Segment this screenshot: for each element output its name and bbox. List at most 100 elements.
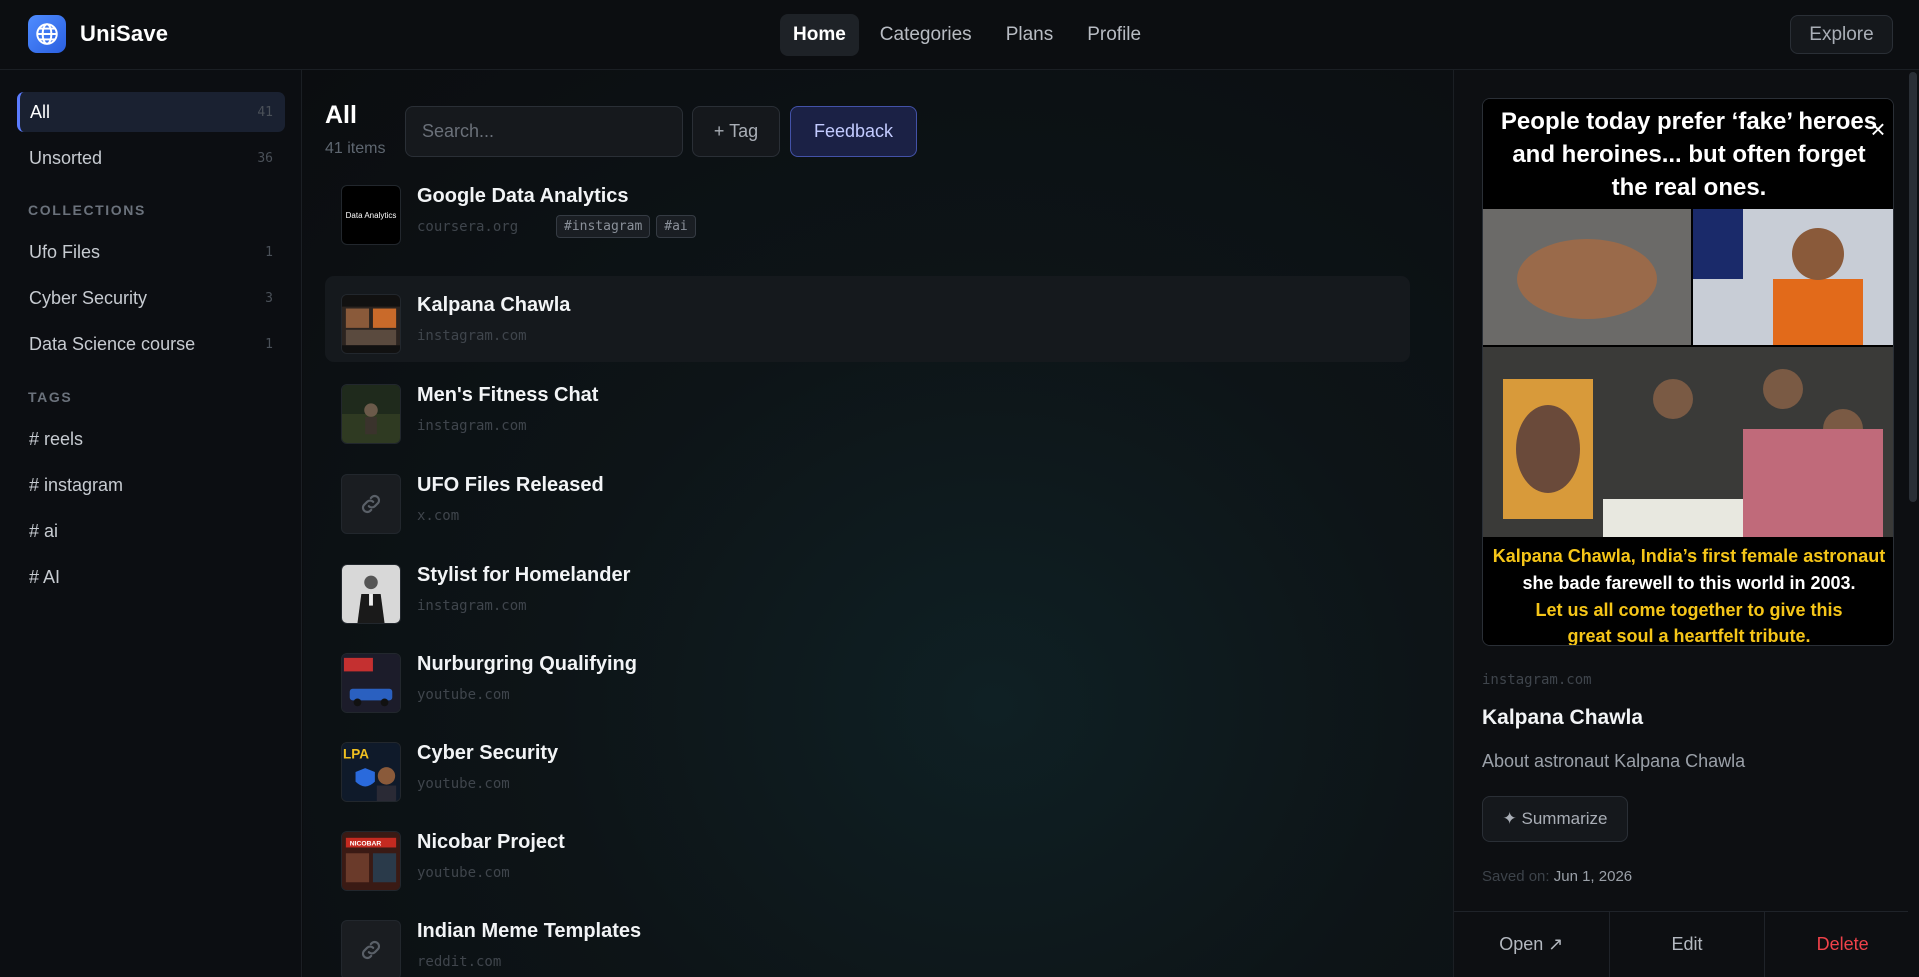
- sidebar: All 41 Unsorted 36 COLLECTIONS Ufo Files…: [0, 70, 302, 977]
- list-item[interactable]: UFO Files Released x.com: [325, 456, 1410, 542]
- list-item[interactable]: Nurburgring Qualifying youtube.com: [325, 635, 1410, 721]
- list-item[interactable]: Stylist for Homelander instagram.com: [325, 546, 1410, 632]
- collections-heading: COLLECTIONS: [28, 202, 146, 218]
- item-thumbnail: [341, 384, 401, 444]
- item-domain: instagram.com: [417, 328, 527, 344]
- nav-home[interactable]: Home: [780, 14, 859, 56]
- sidebar-collection-data-science[interactable]: Data Science course 1: [17, 324, 285, 364]
- item-thumbnail: LPA: [341, 742, 401, 802]
- sidebar-item-label: All: [30, 101, 51, 122]
- globe-icon: [28, 15, 66, 53]
- item-title: UFO Files Released: [417, 474, 604, 496]
- explore-button[interactable]: Explore: [1790, 15, 1893, 54]
- delete-button[interactable]: Delete: [1765, 912, 1919, 977]
- page-title: All: [325, 101, 357, 129]
- preview-headline-1: People today prefer ‘fake’ heroes: [1501, 108, 1877, 135]
- item-domain: instagram.com: [417, 598, 527, 614]
- sidebar-item-count: 36: [257, 150, 273, 166]
- tags-heading: TAGS: [28, 389, 73, 405]
- preview-caption-1: Kalpana Chawla, India’s first female ast…: [1493, 546, 1885, 566]
- sidebar-item-count: 3: [265, 290, 273, 306]
- preview-headline-2: and heroines... but often forget: [1512, 141, 1865, 168]
- sidebar-item-count: 41: [257, 104, 273, 120]
- sidebar-item-label: Ufo Files: [29, 241, 101, 262]
- detail-actions: Open ↗ Edit Delete: [1454, 911, 1919, 977]
- item-title: Men's Fitness Chat: [417, 384, 599, 406]
- link-icon: [341, 474, 401, 534]
- sidebar-item-label: # AI: [29, 566, 61, 587]
- item-title: Nurburgring Qualifying: [417, 653, 637, 675]
- detail-description: About astronaut Kalpana Chawla: [1482, 751, 1746, 771]
- list-item[interactable]: Kalpana Chawla instagram.com: [325, 276, 1410, 362]
- preview-image: People today prefer ‘fake’ heroes and he…: [1482, 98, 1894, 646]
- scrollbar-thumb[interactable]: [1909, 72, 1917, 502]
- open-button[interactable]: Open ↗: [1454, 912, 1610, 977]
- detail-title: Kalpana Chawla: [1482, 706, 1644, 729]
- item-domain: youtube.com: [417, 776, 510, 792]
- sidebar-item-label: # instagram: [29, 474, 124, 495]
- item-title: Stylist for Homelander: [417, 564, 631, 586]
- item-title: Kalpana Chawla: [417, 294, 571, 316]
- sidebar-tag-ai-upper[interactable]: # AI: [17, 557, 285, 597]
- sidebar-collection-ufo-files[interactable]: Ufo Files 1: [17, 232, 285, 272]
- nav-plans[interactable]: Plans: [993, 14, 1067, 56]
- thumbnail-text: NICOBAR: [350, 841, 382, 848]
- item-title: Google Data Analytics: [417, 185, 629, 207]
- item-title: Indian Meme Templates: [417, 920, 642, 942]
- list-item[interactable]: Indian Meme Templates reddit.com: [325, 902, 1410, 977]
- tag-chip[interactable]: #ai: [656, 215, 696, 238]
- item-thumbnail: [341, 564, 401, 624]
- sidebar-tag-instagram[interactable]: # instagram: [17, 465, 285, 505]
- item-domain: instagram.com: [417, 418, 527, 434]
- sidebar-tag-reels[interactable]: # reels: [17, 419, 285, 459]
- sidebar-item-label: Cyber Security: [29, 287, 148, 308]
- detail-panel: People today prefer ‘fake’ heroes and he…: [1453, 70, 1919, 977]
- item-thumbnail: [341, 653, 401, 713]
- sidebar-item-all[interactable]: All 41: [17, 92, 285, 132]
- item-title: Cyber Security: [417, 742, 559, 764]
- sidebar-item-label: Unsorted: [29, 147, 103, 168]
- tag-chip[interactable]: #instagram: [556, 215, 651, 238]
- preview-caption-2: she bade farewell to this world in 2003.: [1522, 573, 1855, 593]
- item-domain: youtube.com: [417, 865, 510, 881]
- thumbnail-text: Data Analytics: [345, 210, 397, 220]
- list-item[interactable]: Men's Fitness Chat instagram.com: [325, 366, 1410, 452]
- detail-domain: instagram.com: [1482, 672, 1592, 688]
- top-bar: UniSave Home Categories Plans Profile Ex…: [0, 0, 1919, 70]
- item-domain: reddit.com: [417, 954, 502, 970]
- sidebar-tag-ai[interactable]: # ai: [17, 511, 285, 551]
- sidebar-item-unsorted[interactable]: Unsorted 36: [17, 138, 285, 178]
- sidebar-item-label: # reels: [29, 428, 84, 449]
- summarize-button[interactable]: ✦ Summarize: [1482, 796, 1628, 842]
- search-input[interactable]: [405, 106, 683, 157]
- preview-headline-3: the real ones.: [1612, 174, 1767, 201]
- add-tag-button[interactable]: + Tag: [692, 106, 780, 157]
- link-icon: [341, 920, 401, 977]
- list-item[interactable]: Data Analytics Google Data Analytics cou…: [325, 167, 1410, 253]
- nav-categories[interactable]: Categories: [867, 14, 985, 56]
- item-title: Nicobar Project: [417, 831, 565, 853]
- saved-value: Jun 1, 2026: [1553, 868, 1633, 885]
- app-name: UniSave: [80, 21, 169, 46]
- main-content: All 41 items + Tag Feedback Data Analyti…: [303, 70, 1453, 977]
- feedback-button[interactable]: Feedback: [790, 106, 917, 157]
- saved-label: Saved on:: [1482, 868, 1550, 885]
- sidebar-collection-cyber-security[interactable]: Cyber Security 3: [17, 278, 285, 318]
- nav-profile[interactable]: Profile: [1074, 14, 1154, 56]
- item-thumbnail: Data Analytics: [341, 185, 401, 245]
- sidebar-item-label: Data Science course: [29, 333, 196, 354]
- main-nav: Home Categories Plans Profile: [780, 14, 1154, 56]
- item-domain: coursera.org: [417, 219, 519, 235]
- sidebar-item-count: 1: [265, 244, 273, 260]
- saved-date: Saved on: Jun 1, 2026: [1482, 868, 1632, 885]
- thumbnail-text: LPA: [343, 746, 369, 761]
- item-domain: youtube.com: [417, 687, 510, 703]
- sidebar-item-label: # ai: [29, 520, 59, 541]
- preview-caption-3: Let us all come together to give this: [1535, 600, 1842, 620]
- list-item[interactable]: LPA Cyber Security youtube.com: [325, 724, 1410, 810]
- close-icon[interactable]: ×: [1866, 116, 1890, 142]
- list-item[interactable]: NICOBAR Nicobar Project youtube.com: [325, 813, 1410, 899]
- edit-button[interactable]: Edit: [1610, 912, 1766, 977]
- item-domain: x.com: [417, 508, 460, 524]
- brand[interactable]: UniSave: [28, 15, 168, 53]
